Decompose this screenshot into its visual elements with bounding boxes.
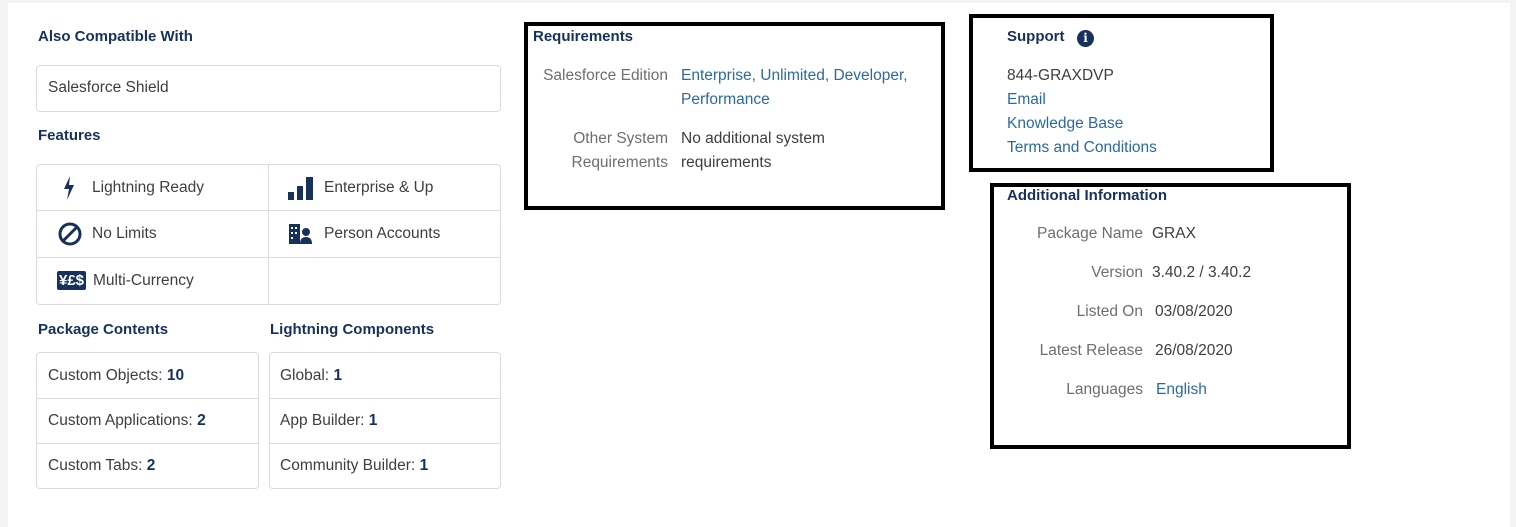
row-value: 1 — [333, 366, 343, 384]
feature-label: Lightning Ready — [92, 178, 205, 196]
package-row-custom-objects: Custom Objects: 10 — [48, 353, 184, 398]
row-label: Community Builder: — [280, 457, 416, 474]
row-value: 2 — [146, 457, 156, 474]
row-label: Custom Applications: — [48, 412, 193, 429]
also-compatible-heading: Also Compatible With — [38, 28, 193, 45]
other-requirements-value-2: requirements — [681, 154, 772, 171]
compatible-box: Salesforce Shield — [36, 65, 501, 112]
component-row-community-builder: Community Builder: 1 — [280, 444, 428, 488]
languages-value-link[interactable]: English — [1156, 381, 1207, 399]
package-name-label: Package Name — [1037, 225, 1143, 242]
person-accounts-icon — [289, 224, 313, 244]
languages-label: Languages — [1066, 381, 1143, 398]
latest-release-value: 26/08/2020 — [1155, 342, 1233, 359]
version-label: Version — [1091, 264, 1143, 281]
component-row-app-builder: App Builder: 1 — [280, 399, 377, 443]
row-value: 10 — [166, 366, 185, 384]
compatible-item: Salesforce Shield — [48, 79, 169, 96]
feature-no-limits: No Limits — [37, 211, 268, 257]
currency-icon: ¥£$ — [57, 271, 87, 290]
version-value: 3.40.2 / 3.40.2 — [1152, 264, 1252, 281]
support-terms-link[interactable]: Terms and Conditions — [1007, 139, 1157, 157]
no-limit-icon — [58, 222, 82, 246]
row-label: Custom Objects: — [48, 366, 163, 384]
listed-on-value: 03/08/2020 — [1155, 303, 1233, 320]
info-icon[interactable]: i — [1077, 30, 1094, 47]
other-requirements-label-2: Requirements — [571, 154, 669, 171]
package-contents-box: Custom Objects: 10 Custom Applications: … — [36, 352, 259, 489]
additional-info-heading: Additional Information — [1007, 187, 1167, 204]
other-requirements-value-1: No additional system — [681, 130, 825, 147]
row-label: App Builder: — [280, 412, 365, 429]
feature-label: Enterprise & Up — [324, 178, 434, 196]
lightning-components-box: Global: 1 App Builder: 1 Community Build… — [269, 352, 501, 489]
feature-label: No Limits — [92, 225, 157, 242]
row-label: Global: — [280, 366, 330, 384]
row-value: 1 — [368, 412, 378, 429]
lightning-icon — [63, 176, 75, 200]
feature-person-accounts: Person Accounts — [269, 211, 500, 257]
package-row-custom-tabs: Custom Tabs: 2 — [48, 444, 155, 488]
feature-lightning-ready: Lightning Ready — [37, 165, 268, 210]
other-requirements-label-1: Other System — [573, 130, 668, 147]
support-phone: 844-GRAXDVP — [1007, 67, 1114, 84]
feature-label: Person Accounts — [324, 225, 441, 242]
listed-on-label: Listed On — [1076, 303, 1143, 320]
features-grid: Lightning Ready Enterprise & Up No Limit… — [36, 164, 501, 305]
package-contents-heading: Package Contents — [38, 321, 169, 338]
component-row-global: Global: 1 — [280, 353, 342, 398]
lightning-components-heading: Lightning Components — [270, 321, 435, 338]
row-value: 1 — [419, 457, 429, 474]
package-name-value: GRAX — [1152, 225, 1196, 242]
support-knowledge-base-link[interactable]: Knowledge Base — [1007, 115, 1123, 133]
feature-multi-currency: ¥£$ Multi-Currency — [37, 258, 268, 304]
latest-release-label: Latest Release — [1039, 342, 1143, 359]
requirements-highlight-box — [524, 22, 945, 210]
salesforce-edition-link-2[interactable]: Performance — [681, 91, 770, 109]
support-heading: Support — [1007, 28, 1065, 45]
salesforce-edition-link-1[interactable]: Enterprise, Unlimited, Developer, — [681, 67, 908, 85]
package-row-custom-applications: Custom Applications: 2 — [48, 399, 206, 443]
features-heading: Features — [38, 127, 101, 144]
support-email-link[interactable]: Email — [1007, 91, 1046, 109]
feature-label: Multi-Currency — [93, 272, 194, 289]
requirements-heading: Requirements — [533, 28, 634, 45]
feature-enterprise-up: Enterprise & Up — [269, 165, 500, 210]
row-value: 2 — [197, 412, 206, 429]
bar-chart-icon — [288, 176, 314, 200]
row-label: Custom Tabs: — [48, 457, 143, 474]
salesforce-edition-label: Salesforce Edition — [543, 67, 668, 84]
